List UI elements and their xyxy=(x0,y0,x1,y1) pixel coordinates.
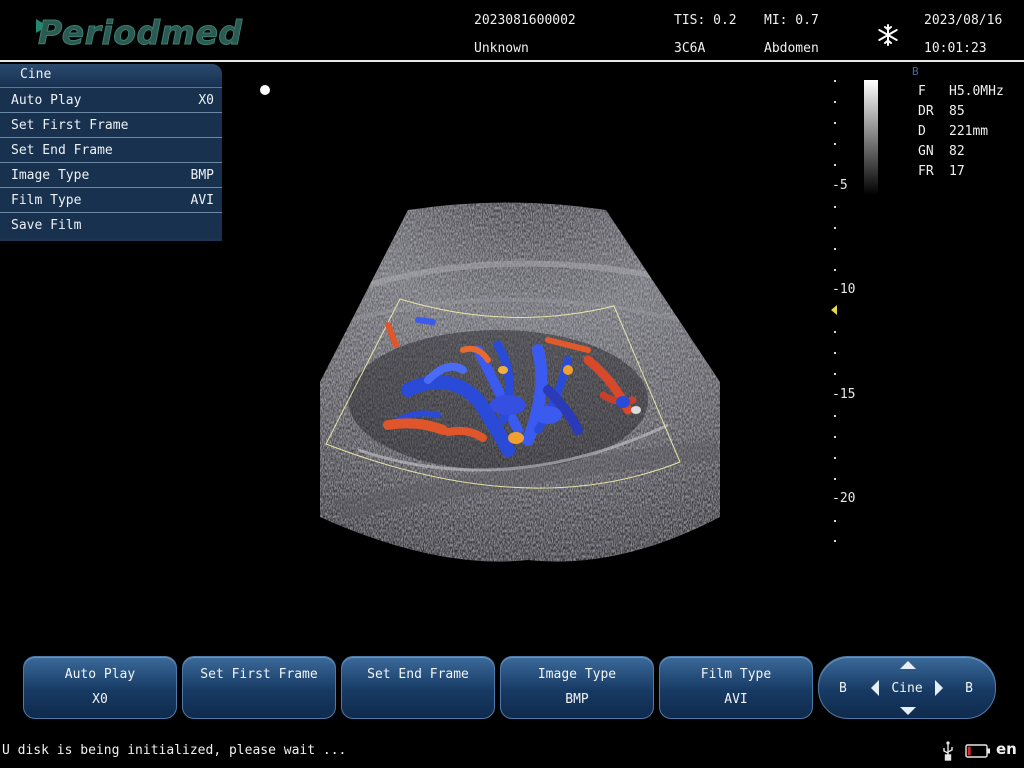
exam-type: Abdomen xyxy=(764,41,819,56)
menu-item-label: Set End Frame xyxy=(11,143,113,158)
tis-value: TIS: 0.2 xyxy=(674,13,737,28)
softkey-label: Film Type xyxy=(700,667,772,682)
battery-icon xyxy=(965,744,990,758)
param-key: F xyxy=(918,84,926,99)
header-bar: Periodmed 2023081600002 Unknown TIS: 0.2… xyxy=(0,0,1024,62)
param-key: GN xyxy=(918,144,934,159)
exam-date: 2023/08/16 xyxy=(924,13,1003,28)
arrow-right-icon[interactable] xyxy=(935,680,943,696)
mi-value: MI: 0.7 xyxy=(764,13,819,28)
depth-label: -20 xyxy=(832,491,856,506)
softkey-set-end-frame[interactable]: Set End Frame xyxy=(341,656,495,719)
mode-label: B xyxy=(912,65,919,78)
focus-marker-icon[interactable] xyxy=(831,305,837,315)
language-indicator[interactable]: en xyxy=(996,740,1017,758)
param-value: H5.0MHz xyxy=(949,84,1004,99)
param-key: D xyxy=(918,124,926,139)
softkey-auto-play[interactable]: Auto Play X0 xyxy=(23,656,177,719)
bmode-sector xyxy=(320,202,720,562)
param-value: 82 xyxy=(949,144,965,159)
menu-item-value: BMP xyxy=(190,168,214,183)
ultrasound-image[interactable] xyxy=(248,70,808,630)
nav-right-label: B xyxy=(965,681,973,696)
softkey-set-first-frame[interactable]: Set First Frame xyxy=(182,656,336,719)
cine-navigator[interactable]: B Cine B xyxy=(818,656,996,719)
logo-text: Periodmed xyxy=(37,12,243,52)
menu-item-save-film[interactable]: Save Film xyxy=(0,213,222,238)
header-divider xyxy=(0,60,1024,62)
menu-item-set-first-frame[interactable]: Set First Frame xyxy=(0,113,222,138)
depth-label: -10 xyxy=(832,282,856,297)
softkey-value: X0 xyxy=(92,692,108,707)
param-depth: D 221mm xyxy=(918,124,988,139)
menu-item-auto-play[interactable]: Auto Play X0 xyxy=(0,88,222,113)
softkey-label: Set First Frame xyxy=(200,667,318,682)
arrow-left-icon[interactable] xyxy=(871,680,879,696)
menu-item-label: Film Type xyxy=(11,193,82,208)
param-value: 85 xyxy=(949,104,965,119)
arrow-up-icon[interactable] xyxy=(900,661,916,669)
param-frequency: F H5.0MHz xyxy=(918,84,1004,99)
depth-label: -5 xyxy=(832,178,848,193)
patient-name: Unknown xyxy=(474,41,529,56)
param-value: 17 xyxy=(949,164,965,179)
grayscale-bar xyxy=(864,80,878,195)
snowflake-icon[interactable] xyxy=(877,24,899,46)
depth-label: -15 xyxy=(832,387,856,402)
status-message: U disk is being initialized, please wait… xyxy=(2,743,347,758)
exam-time: 10:01:23 xyxy=(924,41,987,56)
softkey-film-type[interactable]: Film Type AVI xyxy=(659,656,813,719)
usb-icon xyxy=(943,741,953,761)
softkey-image-type[interactable]: Image Type BMP xyxy=(500,656,654,719)
menu-item-value: X0 xyxy=(198,93,214,108)
probe-name: 3C6A xyxy=(674,41,706,56)
menu-item-image-type[interactable]: Image Type BMP xyxy=(0,163,222,188)
menu-item-label: Image Type xyxy=(11,168,90,183)
menu-item-label: Set First Frame xyxy=(11,118,129,133)
nav-left-label: B xyxy=(839,681,847,696)
param-value: 221mm xyxy=(949,124,989,139)
cine-menu-title: Cine xyxy=(0,64,222,88)
menu-item-set-end-frame[interactable]: Set End Frame xyxy=(0,138,222,163)
menu-item-value: AVI xyxy=(190,193,214,208)
softkey-value: AVI xyxy=(724,692,748,707)
cine-menu: Cine Auto Play X0 Set First Frame Set En… xyxy=(0,64,222,241)
param-key: FR xyxy=(918,164,934,179)
brand-logo: Periodmed xyxy=(36,12,243,52)
softkey-label: Set End Frame xyxy=(367,667,469,682)
param-key: DR xyxy=(918,104,934,119)
menu-item-label: Save Film xyxy=(11,218,82,233)
menu-item-label: Auto Play xyxy=(11,93,82,108)
softkey-label: Auto Play xyxy=(64,667,136,682)
menu-item-film-type[interactable]: Film Type AVI xyxy=(0,188,222,213)
patient-id: 2023081600002 xyxy=(474,13,576,28)
param-gain: GN 82 xyxy=(918,144,965,159)
param-frame-rate: FR 17 xyxy=(918,164,965,179)
arrow-down-icon[interactable] xyxy=(900,707,916,715)
nav-center-label: Cine xyxy=(891,681,923,696)
param-dynamic-range: DR 85 xyxy=(918,104,965,119)
softkey-value: BMP xyxy=(565,692,589,707)
softkey-label: Image Type xyxy=(537,667,617,682)
